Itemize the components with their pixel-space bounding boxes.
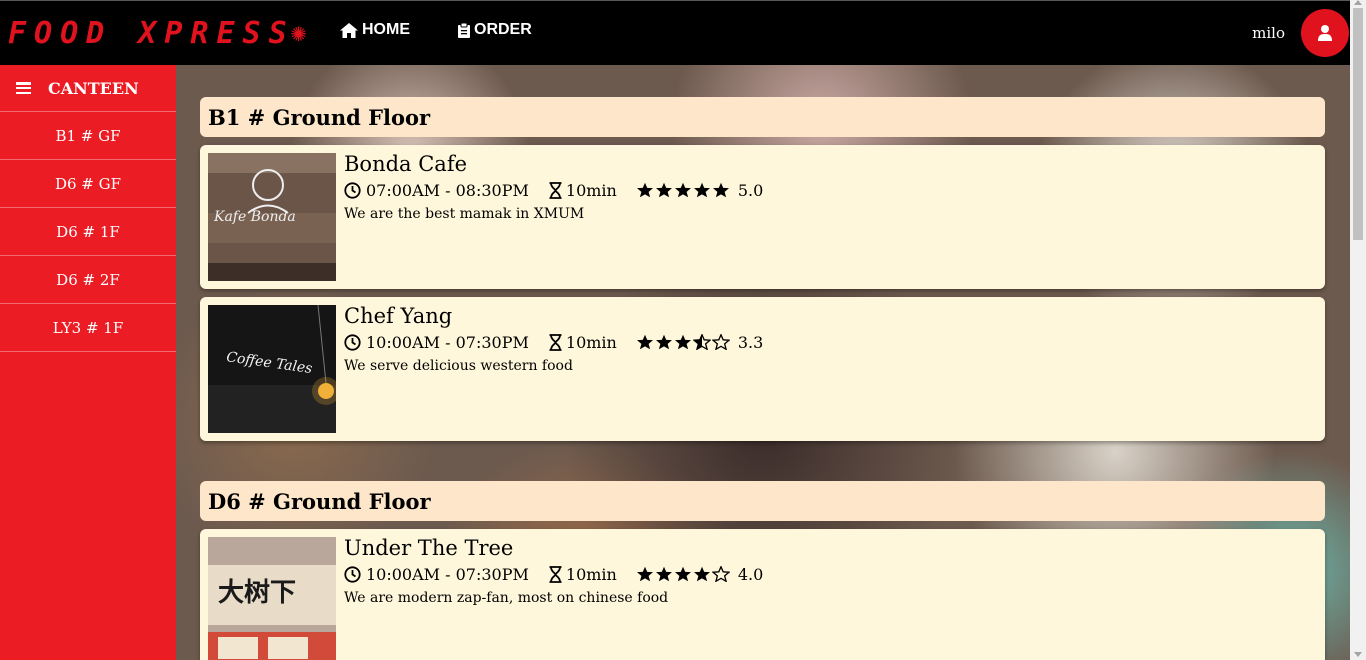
floor-header: D6 # Ground Floor	[200, 481, 1325, 521]
sidebar-item-d6-2f[interactable]: D6 # 2F	[0, 256, 176, 304]
stall-rating: 3.3	[737, 332, 764, 352]
sidebar-item-d6-1f[interactable]: D6 # 1F	[0, 208, 176, 256]
nav-home-link[interactable]: HOME	[340, 21, 410, 39]
hourglass-icon	[549, 565, 562, 583]
sidebar-header[interactable]: CANTEEN	[0, 65, 176, 112]
stall-name: Bonda Cafe	[344, 152, 468, 176]
stall-prep-time: 10min	[565, 332, 617, 352]
user-avatar-button[interactable]	[1301, 9, 1349, 57]
stall-meta: 10:00AM - 07:30PM 10min 4.0	[344, 563, 763, 585]
sidebar-title: CANTEEN	[48, 78, 139, 98]
brand-logo[interactable]: FOOD XPRESS ✺	[8, 11, 306, 55]
floor-title: D6 # Ground Floor	[208, 488, 431, 514]
star-icon	[636, 566, 653, 582]
stall-description: We are modern zap-fan, most on chinese f…	[344, 590, 669, 606]
stall-meta: 07:00AM - 08:30PM 10min 5.0	[344, 179, 763, 201]
sidebar-item-label: LY3 # 1F	[52, 318, 124, 337]
scroll-up-arrow[interactable]	[1354, 0, 1362, 5]
sidebar-item-ly3-1f[interactable]: LY3 # 1F	[0, 304, 176, 352]
stall-image: Coffee Tales	[208, 305, 336, 433]
star-empty-icon	[711, 566, 730, 582]
page-scrollbar[interactable]	[1350, 0, 1366, 660]
star-icon	[655, 334, 672, 350]
star-rating	[636, 566, 730, 582]
star-icon	[712, 182, 729, 198]
star-icon	[655, 566, 672, 582]
stall-hours: 10:00AM - 07:30PM	[366, 332, 529, 352]
stall-image: 大树下	[208, 537, 336, 660]
stall-image: Kafe Bonda	[208, 153, 336, 281]
hourglass-icon	[549, 181, 562, 199]
stall-meta: 10:00AM - 07:30PM 10min 3.3	[344, 331, 763, 353]
thumb-text: Kafe Bonda	[213, 209, 296, 225]
star-rating	[636, 334, 730, 350]
sidebar-item-label: B1 # GF	[55, 126, 121, 145]
sidebar-item-d6-gf[interactable]: D6 # GF	[0, 160, 176, 208]
top-navbar: FOOD XPRESS ✺ HOME ORDER milo	[0, 0, 1350, 65]
floor-header: B1 # Ground Floor	[200, 97, 1325, 137]
stall-rating: 5.0	[737, 180, 764, 200]
stall-name: Under The Tree	[344, 536, 514, 560]
star-icon	[636, 182, 653, 198]
main-content[interactable]: B1 # Ground Floor Kafe Bonda Bonda Cafe …	[176, 65, 1350, 660]
star-icon	[674, 334, 691, 350]
stall-card-under-the-tree[interactable]: 大树下 Under The Tree 10:00AM - 07:30PM 10m…	[200, 529, 1325, 660]
hourglass-icon	[549, 333, 562, 351]
clipboard-icon	[458, 22, 470, 38]
canteen-sidebar: CANTEEN B1 # GF D6 # GF D6 # 1F D6 # 2F …	[0, 65, 176, 660]
sidebar-item-label: D6 # GF	[54, 174, 122, 193]
user-icon	[1318, 25, 1332, 41]
scroll-down-arrow[interactable]	[1354, 652, 1362, 657]
clock-icon	[344, 333, 361, 351]
star-icon	[636, 334, 653, 350]
star-icon	[674, 182, 691, 198]
sidebar-item-label: D6 # 1F	[56, 222, 120, 241]
stall-hours: 10:00AM - 07:30PM	[366, 564, 529, 584]
floor-title: B1 # Ground Floor	[208, 104, 431, 130]
sidebar-item-label: D6 # 2F	[56, 270, 120, 289]
flower-icon: ✺	[290, 18, 307, 48]
star-icon	[693, 182, 710, 198]
nav-home-label: HOME	[362, 21, 410, 38]
scrollbar-thumb[interactable]	[1353, 8, 1363, 240]
nav-order-label: ORDER	[474, 21, 532, 38]
star-icon	[693, 566, 710, 582]
stall-prep-time: 10min	[565, 180, 617, 200]
menu-icon[interactable]	[16, 82, 31, 94]
brand-logo-text: FOOD XPRESS	[8, 15, 295, 51]
sidebar-item-b1-gf[interactable]: B1 # GF	[0, 112, 176, 160]
star-half-icon	[692, 334, 711, 350]
clock-icon	[344, 565, 361, 583]
star-rating	[636, 182, 730, 198]
stall-prep-time: 10min	[565, 564, 617, 584]
nav-order-link[interactable]: ORDER	[458, 21, 532, 39]
thumb-text: 大树下	[218, 578, 296, 608]
stall-description: We are the best mamak in XMUM	[344, 206, 585, 222]
stall-name: Chef Yang	[344, 304, 453, 328]
user-name[interactable]: milo	[1252, 24, 1285, 42]
stall-description: We serve delicious western food	[344, 358, 573, 374]
star-icon	[655, 182, 672, 198]
stall-rating: 4.0	[737, 564, 764, 584]
star-empty-icon	[711, 334, 730, 350]
clock-icon	[344, 181, 361, 199]
stall-card-bonda-cafe[interactable]: Kafe Bonda Bonda Cafe 07:00AM - 08:30PM …	[200, 145, 1325, 289]
home-icon	[340, 22, 358, 38]
star-icon	[674, 566, 691, 582]
stall-hours: 07:00AM - 08:30PM	[366, 180, 529, 200]
stall-card-chef-yang[interactable]: Coffee Tales Chef Yang 10:00AM - 07:30PM…	[200, 297, 1325, 441]
